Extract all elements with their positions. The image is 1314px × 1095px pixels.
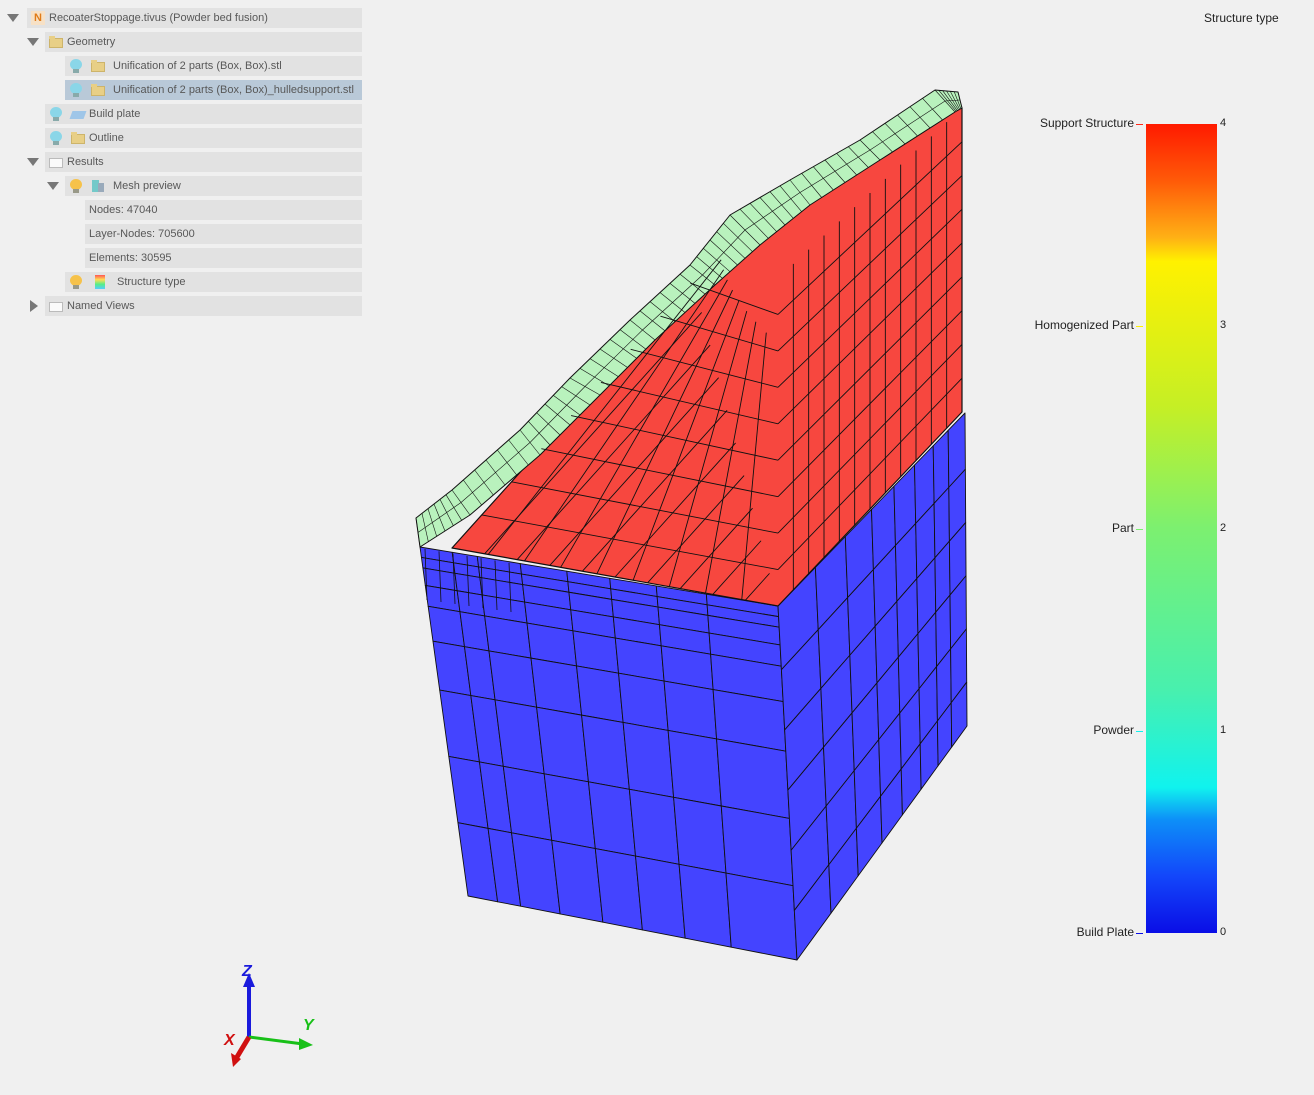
front-mesh-cell: [536, 706, 589, 783]
legend-category-label: Homogenized Part: [1034, 318, 1134, 333]
front-mesh-cell: [543, 773, 596, 849]
legend-tick: [1136, 730, 1143, 732]
legend-category-label: Powder: [1093, 722, 1134, 737]
front-mesh-cell: [720, 805, 794, 887]
front-mesh-cell: [635, 855, 686, 939]
legend-category-label: Part: [1111, 520, 1134, 535]
front-mesh-cell: [667, 729, 722, 807]
legend-tick: [1136, 528, 1143, 530]
front-mesh-cell: [622, 721, 675, 798]
front-face-mesh: [419, 546, 798, 961]
legend-tick: [1136, 326, 1143, 328]
front-mesh-cell: [725, 872, 798, 961]
legend-colorbar: [1146, 124, 1217, 933]
legend-value-label: 3: [1220, 319, 1227, 332]
front-mesh-cell: [530, 657, 583, 716]
y-axis-line: [248, 1035, 304, 1046]
legend-value-label: 2: [1220, 521, 1227, 534]
legend-tick: [1136, 124, 1143, 125]
front-mesh-cell: [628, 788, 680, 865]
front-mesh-cell: [716, 738, 790, 819]
legend-value-label: 4: [1220, 117, 1227, 129]
front-mesh-cell: [576, 665, 624, 723]
axes-triad[interactable]: Z Y X: [215, 955, 335, 1075]
front-mesh-cell: [678, 863, 732, 948]
front-mesh-cell: [663, 680, 718, 740]
y-axis-arrow-icon: [299, 1038, 313, 1050]
legend-category-label: Support Structure: [1039, 116, 1134, 130]
front-mesh-cell: [581, 714, 630, 790]
front-mesh-cell: [673, 796, 727, 874]
z-axis-label: Z: [241, 963, 253, 980]
y-axis-label: Y: [303, 1017, 315, 1034]
x-axis-line: [234, 1035, 252, 1059]
front-mesh-cell: [427, 605, 465, 648]
front-mesh-cell: [488, 650, 538, 708]
front-mesh-cell: [594, 848, 643, 931]
legend-title: Structure type: [1204, 11, 1279, 25]
legend-category-label: Build Plate: [1076, 925, 1134, 939]
legend-value-label: 1: [1220, 723, 1227, 736]
front-mesh-cell: [587, 781, 636, 857]
front-mesh-cell: [618, 672, 669, 731]
front-mesh-cell: [551, 839, 604, 923]
legend-tick: [1136, 933, 1143, 934]
legend-value-label: 0: [1220, 926, 1227, 938]
x-axis-label: X: [223, 1032, 236, 1049]
